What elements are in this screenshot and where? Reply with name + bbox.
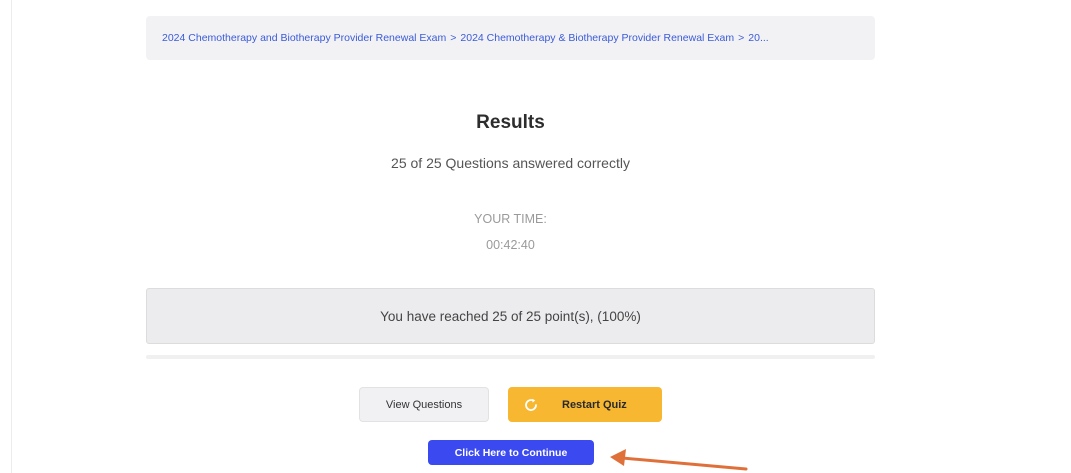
breadcrumb-separator: > [738,32,745,44]
breadcrumb-separator: > [450,32,457,44]
breadcrumb-item-exam[interactable]: 2024 Chemotherapy & Biotherapy Provider … [460,32,734,44]
time-label: YOUR TIME: [474,212,547,226]
breadcrumb-item-current[interactable]: 20... [748,32,768,44]
points-summary: You have reached 25 of 25 point(s), (100… [146,288,875,344]
page-border-line [11,0,12,473]
continue-label: Click Here to Continue [454,446,568,459]
view-questions-label: View Questions [385,398,463,411]
breadcrumb-item-course[interactable]: 2024 Chemotherapy and Biotherapy Provide… [162,32,446,44]
results-title: Results [476,112,545,133]
correct-answers-text: 25 of 25 Questions answered correctly [391,155,630,171]
refresh-icon [522,396,540,414]
breadcrumb: 2024 Chemotherapy and Biotherapy Provide… [146,16,875,60]
view-questions-button[interactable]: View Questions [359,387,489,422]
restart-quiz-label: Restart Quiz [562,398,627,411]
restart-quiz-button[interactable]: Restart Quiz [508,387,662,422]
points-text: You have reached 25 of 25 point(s), (100… [380,308,641,324]
continue-button[interactable]: Click Here to Continue [428,440,594,465]
arrow-icon [610,449,748,471]
divider [146,355,875,359]
time-value: 00:42:40 [486,238,535,252]
